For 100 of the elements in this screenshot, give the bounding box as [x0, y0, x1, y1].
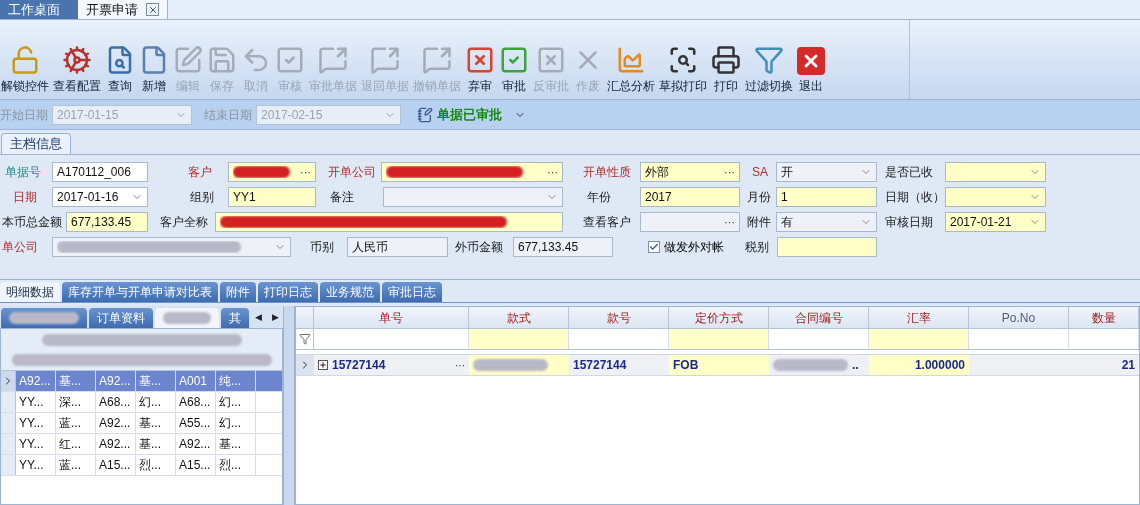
field-label: 日期	[13, 189, 37, 206]
filter-cell[interactable]	[869, 329, 969, 349]
field-label: 查看客户	[583, 214, 631, 231]
filter-cell[interactable]	[469, 329, 569, 349]
toolbar-button[interactable]: 退出	[796, 47, 826, 95]
lookup-field[interactable]: ···	[640, 212, 740, 232]
lookup-field[interactable]: ···	[228, 162, 316, 182]
row-indicator[interactable]	[1, 371, 16, 391]
column-header[interactable]: 款号	[569, 307, 669, 328]
toolbar-button[interactable]: 审批	[498, 45, 530, 95]
toolbar-button[interactable]: 草拟打印	[658, 45, 708, 95]
field-value: 2017	[645, 189, 672, 206]
printer-icon	[711, 45, 741, 75]
column-header[interactable]: 单号	[314, 307, 469, 328]
field-value: 开	[781, 164, 793, 181]
scroll-left-button[interactable]: ◀	[255, 310, 262, 324]
input-field[interactable]: 1	[776, 187, 877, 207]
input-field[interactable]	[215, 212, 563, 232]
ellipsis-button[interactable]: ···	[455, 357, 465, 373]
dropdown-field[interactable]	[945, 187, 1046, 207]
sub-tab[interactable]: 其	[221, 308, 249, 328]
table-cell: A55...	[176, 413, 216, 433]
close-icon	[797, 47, 825, 75]
table-cell-text: 21	[1120, 357, 1135, 374]
redaction-mark	[163, 312, 211, 324]
sub-tab[interactable]: 订单资料	[89, 308, 153, 328]
toolbar-button[interactable]: 查看配置	[52, 45, 102, 95]
toolbar-button[interactable]: 过滤切换	[744, 45, 794, 95]
input-field[interactable]: 677,133.45	[513, 237, 613, 257]
checkbox[interactable]	[648, 241, 660, 253]
detail-tab[interactable]: 审批日志	[382, 282, 442, 302]
column-header[interactable]: 合同编号	[769, 307, 869, 328]
row-indicator[interactable]	[1, 434, 16, 454]
dropdown-field[interactable]: 开	[776, 162, 877, 182]
document-tab[interactable]: 工作桌面	[0, 0, 78, 19]
ellipsis-button[interactable]: ···	[724, 166, 735, 178]
input-field[interactable]: A170112_006	[52, 162, 148, 182]
edit-icon	[173, 45, 203, 75]
scroll-right-button[interactable]: ▶	[272, 310, 279, 324]
field-label: 备注	[330, 189, 354, 206]
expand-icon[interactable]	[318, 360, 328, 370]
toolbar-button[interactable]: 汇总分析	[606, 45, 656, 95]
row-indicator[interactable]	[1, 455, 16, 475]
field-label: 本币总金额	[2, 214, 62, 231]
dropdown-field[interactable]: 2017-01-21	[945, 212, 1046, 232]
column-header[interactable]: 款式	[469, 307, 569, 328]
start-date-label: 开始日期	[0, 106, 48, 124]
sub-tab[interactable]	[155, 308, 219, 328]
detail-tab[interactable]: 库存开单与开单申请对比表	[62, 282, 218, 302]
unlock-icon	[10, 45, 40, 75]
table-cell: 烈...	[136, 455, 176, 475]
detail-tab[interactable]: 明细数据	[0, 282, 60, 302]
input-field[interactable]	[777, 237, 877, 257]
approve-icon	[499, 45, 529, 75]
save-icon	[207, 45, 237, 75]
field-label: 开单公司	[328, 164, 376, 181]
input-field[interactable]: YY1	[228, 187, 316, 207]
ellipsis-button[interactable]: ···	[547, 166, 558, 178]
dropdown-field[interactable]: 有	[776, 212, 877, 232]
table-cell: 幻...	[136, 392, 176, 412]
ellipsis-button[interactable]: ···	[724, 216, 735, 228]
column-header[interactable]: 定价方式	[669, 307, 769, 328]
dropdown-field[interactable]: 2017-01-16	[52, 187, 148, 207]
toolbar-button[interactable]: 打印	[710, 45, 742, 95]
close-icon[interactable]	[146, 3, 159, 16]
section-tab[interactable]: 主档信息	[1, 133, 71, 154]
dropdown-field[interactable]	[945, 162, 1046, 182]
end-date-label: 结束日期	[204, 106, 252, 124]
filter-icon[interactable]	[298, 333, 311, 345]
filter-cell[interactable]	[669, 329, 769, 349]
input-field[interactable]: 人民币	[347, 237, 448, 257]
column-header[interactable]: Po.No	[969, 307, 1069, 328]
input-field[interactable]: 677,133.45	[66, 212, 148, 232]
row-indicator[interactable]	[1, 413, 16, 433]
table-cell: A92...	[96, 371, 136, 391]
field-value: 2017-01-21	[950, 214, 1012, 231]
dropdown-field[interactable]	[383, 187, 563, 207]
toolbar-button[interactable]: 查询	[104, 45, 136, 95]
ellipsis-button[interactable]: ···	[300, 166, 311, 178]
input-field[interactable]: 2017	[640, 187, 740, 207]
field-label: 附件	[747, 214, 771, 231]
toolbar-button[interactable]: 弃审	[464, 45, 496, 95]
table-cell: 基...	[216, 434, 256, 454]
toolbar-button[interactable]: 新增	[138, 45, 170, 95]
field-label: 客户全称	[160, 214, 208, 231]
column-header[interactable]: 汇率	[869, 307, 969, 328]
row-indicator[interactable]	[1, 392, 16, 412]
column-header[interactable]: 数量	[1069, 307, 1139, 328]
checkbox-option[interactable]: 做发外对帐	[648, 238, 724, 256]
lookup-field[interactable]: ···	[381, 162, 563, 182]
document-tab[interactable]: 开票申请	[78, 0, 168, 19]
detail-tab[interactable]: 打印日志	[258, 282, 318, 302]
toolbar-button[interactable]: 解锁控件	[0, 45, 50, 95]
field-value: 1	[781, 189, 788, 206]
dropdown-field[interactable]	[52, 237, 291, 257]
sub-tab[interactable]	[1, 308, 87, 328]
detail-tab[interactable]: 附件	[220, 282, 256, 302]
detail-tab[interactable]: 业务规范	[320, 282, 380, 302]
lookup-field[interactable]: 外部 ···	[640, 162, 740, 182]
print-preview-icon	[668, 45, 698, 75]
